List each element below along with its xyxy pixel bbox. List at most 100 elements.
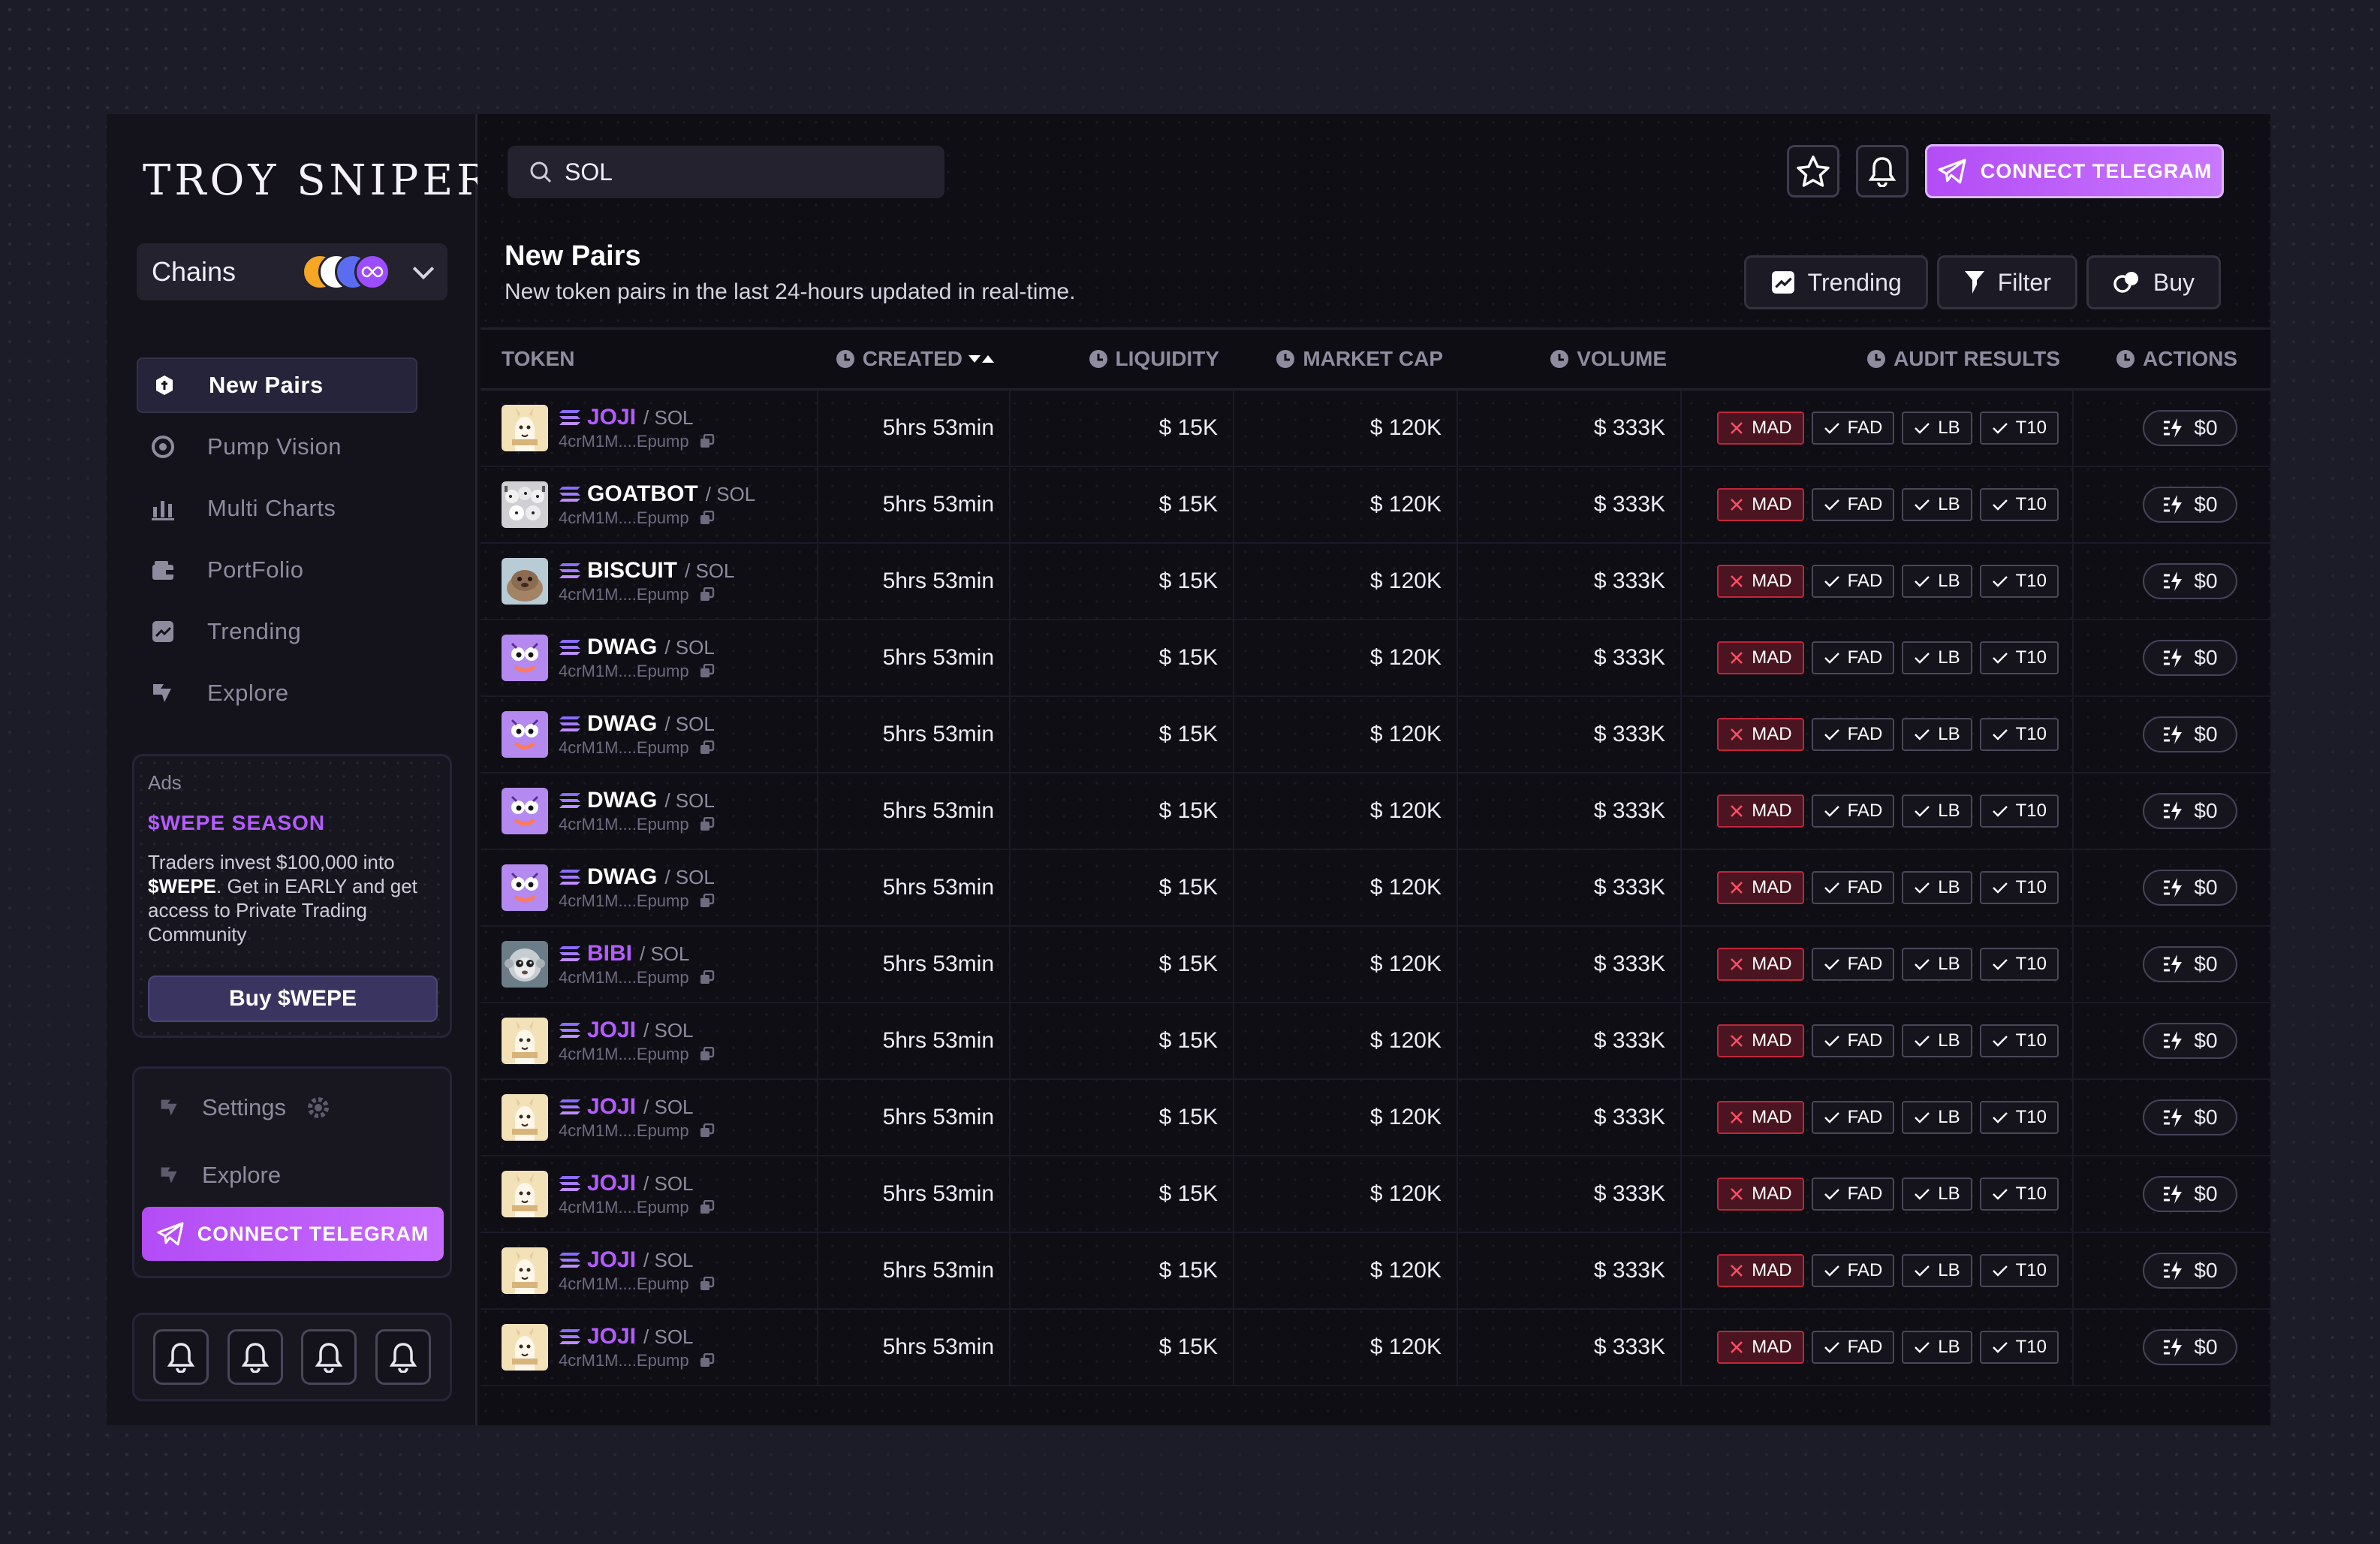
table-row[interactable]: DWAG / SOL 4crM1M....Epump 5hrs 53min $ … — [481, 697, 2270, 774]
quick-buy-button[interactable]: $0 — [2143, 1176, 2237, 1212]
token-address: 4crM1M....Epump — [559, 1198, 689, 1217]
token-name[interactable]: DWAG — [587, 635, 657, 660]
token-name[interactable]: JOJI — [587, 1018, 636, 1043]
copy-icon[interactable] — [700, 970, 715, 985]
bell-button[interactable] — [375, 1329, 432, 1385]
quick-buy-button[interactable]: $0 — [2143, 487, 2237, 523]
token-name[interactable]: JOJI — [587, 405, 636, 430]
bell-button[interactable] — [152, 1329, 209, 1385]
trending-button[interactable]: Trending — [1743, 255, 1928, 309]
copy-icon[interactable] — [700, 894, 715, 909]
quick-buy-button[interactable]: $0 — [2143, 716, 2237, 752]
copy-icon[interactable] — [700, 817, 715, 832]
clock-icon — [1550, 349, 1569, 369]
column-header-label: TOKEN — [502, 347, 575, 370]
sidebar-item-pump-vision[interactable]: Pump Vision — [137, 419, 447, 475]
column-header-token[interactable]: TOKEN — [481, 330, 818, 388]
notifications-button[interactable] — [1856, 145, 1909, 198]
token-name[interactable]: GOATBOT — [587, 481, 698, 507]
quick-buy-button[interactable]: $0 — [2143, 410, 2237, 446]
table-row[interactable]: JOJI / SOL 4crM1M....Epump 5hrs 53min $ … — [481, 1156, 2270, 1233]
token-name[interactable]: DWAG — [587, 788, 657, 813]
search-input[interactable]: SOL — [508, 146, 944, 198]
quick-buy-button[interactable]: $0 — [2143, 1023, 2237, 1059]
column-header-audit[interactable]: AUDIT RESULTS — [1682, 330, 2074, 388]
quick-buy-button[interactable]: $0 — [2143, 946, 2237, 982]
buy-button[interactable]: Buy — [2086, 255, 2221, 309]
copy-icon[interactable] — [700, 1277, 715, 1292]
audit-badge-label: FAD — [1847, 877, 1883, 897]
connect-telegram-button[interactable]: CONNECT TELEGRAM — [1925, 144, 2224, 198]
table-row[interactable]: DWAG / SOL 4crM1M....Epump 5hrs 53min $ … — [481, 620, 2270, 697]
token-name[interactable]: BISCUIT — [587, 558, 677, 584]
quick-buy-amount: $0 — [2194, 876, 2218, 899]
audit-badge-fad: FAD — [1811, 948, 1895, 981]
copy-icon[interactable] — [700, 1123, 715, 1138]
copy-icon[interactable] — [700, 511, 715, 526]
quick-buy-button[interactable]: $0 — [2143, 1329, 2237, 1365]
sidebar-item-portfolio[interactable]: PortFolio — [137, 542, 447, 598]
copy-icon[interactable] — [700, 664, 715, 679]
check-icon — [1824, 1111, 1840, 1124]
sidebar-item-new-pairs[interactable]: New Pairs — [137, 357, 417, 413]
token-name[interactable]: JOJI — [587, 1094, 636, 1120]
table-row[interactable]: JOJI / SOL 4crM1M....Epump 5hrs 53min $ … — [481, 391, 2270, 467]
connect-telegram-sidebar-button[interactable]: CONNECT TELEGRAM — [142, 1207, 444, 1261]
actions-cell: $0 — [2074, 1310, 2270, 1385]
quick-buy-button[interactable]: $0 — [2143, 793, 2237, 829]
token-info: BISCUIT / SOL 4crM1M....Epump — [559, 558, 734, 605]
audit-badge-fad: FAD — [1811, 641, 1895, 674]
table-row[interactable]: JOJI / SOL 4crM1M....Epump 5hrs 53min $ … — [481, 1080, 2270, 1156]
buy-wepe-button[interactable]: Buy $WEPE — [148, 976, 438, 1022]
token-name[interactable]: BIBI — [587, 941, 632, 967]
column-header-actions[interactable]: ACTIONS — [2074, 330, 2270, 388]
table-row[interactable]: BIBI / SOL 4crM1M....Epump 5hrs 53min $ … — [481, 927, 2270, 1003]
copy-icon[interactable] — [700, 1353, 715, 1368]
favorites-button[interactable] — [1787, 145, 1839, 198]
token-name[interactable]: JOJI — [587, 1324, 636, 1349]
copy-icon[interactable] — [700, 587, 715, 602]
sidebar-item-explore[interactable]: Explore — [137, 665, 447, 721]
quick-buy-button[interactable]: $0 — [2143, 1099, 2237, 1135]
check-icon — [1992, 498, 2008, 511]
explore-item[interactable]: Explore — [157, 1162, 281, 1189]
quick-buy-button[interactable]: $0 — [2143, 563, 2237, 599]
table-row[interactable]: BISCUIT / SOL 4crM1M....Epump 5hrs 53min… — [481, 544, 2270, 620]
quick-buy-button[interactable]: $0 — [2143, 1253, 2237, 1289]
quick-buy-button[interactable]: $0 — [2143, 870, 2237, 906]
check-icon — [1992, 1111, 2008, 1124]
sidebar-item-multi-charts[interactable]: Multi Charts — [137, 481, 447, 536]
chains-selector[interactable]: Chains — [137, 243, 447, 300]
table-row[interactable]: JOJI / SOL 4crM1M....Epump 5hrs 53min $ … — [481, 1310, 2270, 1386]
token-address: 4crM1M....Epump — [559, 1045, 689, 1063]
quick-buy-button[interactable]: $0 — [2143, 640, 2237, 676]
bell-button[interactable] — [227, 1329, 283, 1385]
column-header-label: CREATED — [862, 347, 963, 370]
column-header-created[interactable]: CREATED — [818, 330, 1011, 388]
actions-cell: $0 — [2074, 1156, 2270, 1232]
settings-item[interactable]: Settings — [157, 1094, 331, 1121]
table-row[interactable]: JOJI / SOL 4crM1M....Epump 5hrs 53min $ … — [481, 1233, 2270, 1310]
table-row[interactable]: GOATBOT / SOL 4crM1M....Epump 5hrs 53min… — [481, 467, 2270, 544]
solana-icon — [559, 409, 581, 426]
column-header-liquidity[interactable]: LIQUIDITY — [1011, 330, 1234, 388]
sidebar-item-trending[interactable]: Trending — [137, 604, 447, 659]
copy-icon[interactable] — [700, 740, 715, 755]
table-row[interactable]: JOJI / SOL 4crM1M....Epump 5hrs 53min $ … — [481, 1003, 2270, 1080]
copy-icon[interactable] — [700, 1200, 715, 1215]
copy-icon[interactable] — [700, 434, 715, 449]
token-name[interactable]: JOJI — [587, 1247, 636, 1273]
filter-button[interactable]: Filter — [1936, 255, 2077, 309]
audit-badge-t10: T10 — [1979, 795, 2059, 828]
table-row[interactable]: DWAG / SOL 4crM1M....Epump 5hrs 53min $ … — [481, 774, 2270, 850]
bell-button[interactable] — [301, 1329, 357, 1385]
column-header-volume[interactable]: VOLUME — [1458, 330, 1682, 388]
token-name[interactable]: JOJI — [587, 1171, 636, 1196]
token-name[interactable]: DWAG — [587, 711, 657, 737]
copy-icon[interactable] — [700, 1047, 715, 1062]
token-avatar — [502, 481, 548, 528]
column-header-market-cap[interactable]: MARKET CAP — [1234, 330, 1458, 388]
table-row[interactable]: DWAG / SOL 4crM1M....Epump 5hrs 53min $ … — [481, 850, 2270, 927]
brand-logo[interactable]: TROY SNIPER — [143, 156, 492, 205]
token-name[interactable]: DWAG — [587, 864, 657, 890]
